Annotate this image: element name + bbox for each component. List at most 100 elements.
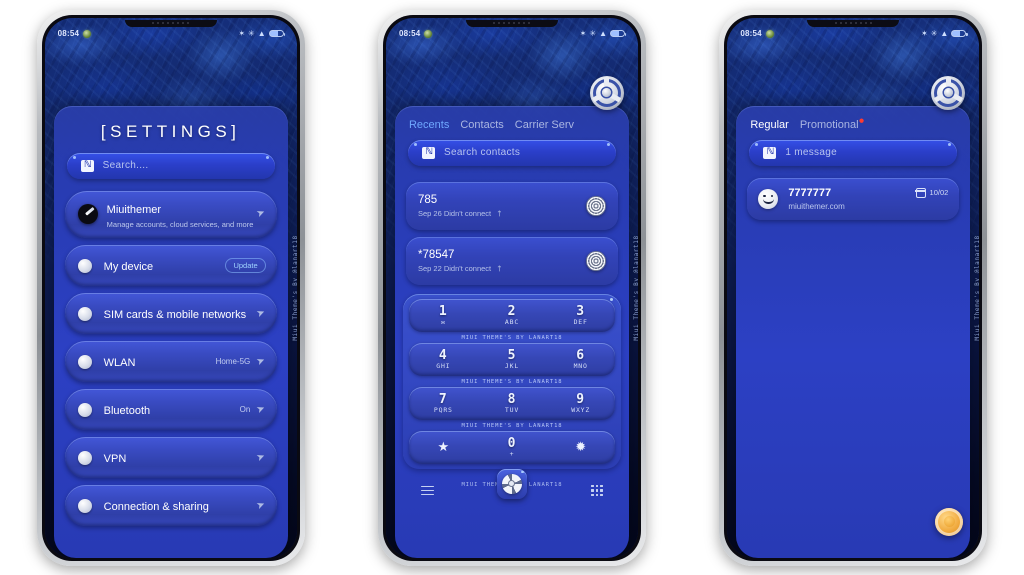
key-digit: 5 (507, 347, 517, 363)
item-value: On (239, 405, 251, 415)
dialpad-watermark: MIUI THEME'S BY LANART18 (461, 422, 563, 429)
dialpad-row: 7 PQRS 8 TUV 9 WXYZ (408, 386, 615, 420)
dialpad-watermark: MIUI THEME'S BY LANART18 (461, 378, 563, 385)
steering-wheel-icon[interactable] (931, 75, 966, 110)
status-indicator-icon (765, 29, 774, 38)
sidebar-item-vpn[interactable]: VPN ➤ (64, 437, 277, 479)
message-date: 10/02 (929, 188, 949, 197)
key-digit: 1 (438, 303, 448, 319)
hamburger-icon[interactable] (420, 485, 434, 496)
item-text: Connection & sharing (104, 497, 258, 515)
phone-2-screen: 08:54 ✶ ✳ ▲ Miui Theme's By @lanart18 Re… (385, 17, 638, 558)
item-text: Miuithemer Manage accounts, cloud servic… (107, 200, 258, 230)
status-time: 08:54 (57, 29, 80, 38)
chevron-arrow-icon: ➤ (255, 402, 268, 416)
dialpad-key-7[interactable]: 7 PQRS (409, 393, 478, 414)
status-bar-right: ✶ ✳ ▲ (238, 28, 286, 38)
tab-contacts[interactable]: Contacts (460, 119, 503, 131)
dialpad-key-star[interactable]: ★ (409, 439, 478, 455)
item-title: SIM cards & mobile networks (103, 308, 247, 321)
search-input[interactable]: ℕ Search.... (66, 152, 275, 179)
item-title: Bluetooth (103, 404, 151, 417)
bluetooth-icon: ✶ (238, 28, 246, 38)
tab-recents[interactable]: Recents (409, 119, 449, 131)
ln-logo-icon: ℕ (763, 146, 777, 159)
item-text: My device (104, 257, 226, 275)
call-log-row[interactable]: *78547 Sep 22 Didn't connect ↗ (405, 236, 618, 285)
dialpad-key-2[interactable]: 2 ABC (478, 305, 547, 326)
sidebar-item-connection-sharing[interactable]: Connection & sharing ➤ (64, 485, 277, 527)
dialpad-key-4[interactable]: 4 GHI (409, 349, 478, 370)
compose-message-button[interactable] (935, 507, 964, 536)
spiral-icon[interactable] (585, 195, 606, 216)
message-row[interactable]: 7777777 miuithemer.com 10/02 (747, 177, 960, 220)
status-bar: 08:54 ✶ ✳ ▲ (45, 24, 297, 44)
dialer-sheet: Recents Contacts Carrier Serv ℕ Search c… (394, 105, 629, 558)
watermark: Miui Theme's By @lanart18 (974, 234, 980, 341)
watermark: Miui Theme's By @lanart18 (632, 234, 638, 341)
key-digit: 6 (576, 347, 586, 363)
item-title: WLAN (103, 356, 136, 369)
settings-list: Miuithemer Manage accounts, cloud servic… (54, 190, 288, 539)
dialpad: 1 ✉ 2 ABC 3 DEF MIUI THEME'S BY LANART18… (402, 293, 621, 509)
steering-wheel-icon[interactable] (589, 75, 624, 110)
item-subtitle: Manage accounts, cloud services, and mor… (106, 219, 254, 229)
wheel-hub (943, 88, 953, 97)
sidebar-item-wlan[interactable]: WLAN Home-5G ➤ (64, 341, 277, 383)
dialpad-key-1[interactable]: 1 ✉ (409, 305, 478, 326)
sidebar-item-miuithemer[interactable]: Miuithemer Manage accounts, cloud servic… (64, 190, 277, 239)
status-badge[interactable]: Update (225, 258, 266, 274)
battery-icon (951, 30, 968, 37)
dialpad-grid-icon[interactable] (591, 484, 603, 497)
sidebar-item-bluetooth[interactable]: Bluetooth On ➤ (64, 389, 277, 431)
message-preview: miuithemer.com (788, 201, 845, 211)
outgoing-arrow-icon: ↗ (493, 207, 506, 219)
dialpad-row: ★ 0 + ✹ (408, 430, 615, 464)
chevron-arrow-icon: ➤ (255, 207, 268, 221)
message-sender: 7777777 (788, 186, 832, 199)
dialpad-key-hash[interactable]: ✹ (546, 439, 615, 455)
search-placeholder: 1 message (785, 147, 837, 158)
ln-logo-icon: ℕ (80, 159, 94, 172)
battery-icon (268, 30, 286, 37)
search-contacts-input[interactable]: ℕ Search contacts (407, 139, 616, 166)
sidebar-item-sim-cards[interactable]: SIM cards & mobile networks ➤ (64, 293, 277, 335)
key-letters: TUV (504, 405, 520, 414)
message-search-input[interactable]: ℕ 1 message (749, 139, 958, 166)
call-action-button[interactable] (496, 468, 527, 499)
phone-3-messages: 08:54 ✶ ✳ ▲ Miui Theme's By @lanart18 Re… (719, 9, 988, 566)
call-meta-text: Sep 22 Didn't connect (417, 263, 492, 273)
spiral-icon[interactable] (585, 250, 606, 271)
dialpad-key-9[interactable]: 9 WXYZ (546, 393, 615, 414)
call-info: 785 Sep 26 Didn't connect ↗ (418, 194, 506, 219)
tab-regular[interactable]: Regular (750, 119, 789, 131)
call-log-row[interactable]: 785 Sep 26 Didn't connect ↗ (405, 181, 618, 230)
item-text: VPN (104, 449, 258, 467)
dialpad-key-6[interactable]: 6 MNO (546, 349, 615, 370)
ln-logo-icon: ℕ (421, 146, 435, 159)
bullet-icon (77, 450, 92, 465)
dialpad-key-5[interactable]: 5 JKL (478, 349, 547, 370)
key-letters: JKL (504, 361, 520, 370)
dialpad-key-8[interactable]: 8 TUV (478, 393, 547, 414)
key-letters: WXYZ (571, 405, 591, 414)
sidebar-item-my-device[interactable]: My device Update (64, 245, 277, 287)
phone-2-dialer: 08:54 ✶ ✳ ▲ Miui Theme's By @lanart18 Re… (377, 9, 646, 566)
chevron-arrow-icon: ➤ (255, 450, 268, 464)
item-title: Miuithemer (106, 203, 162, 216)
wifi-icon: ▲ (940, 28, 949, 38)
call-info: *78547 Sep 22 Didn't connect ↗ (417, 249, 505, 274)
tab-promotional[interactable]: Promotional● (800, 115, 865, 130)
notch-speaker (465, 19, 558, 27)
status-time: 08:54 (740, 29, 762, 38)
dialpad-key-0[interactable]: 0 + (478, 437, 547, 458)
page-title: [SETTINGS] (100, 121, 241, 141)
phone-1-screen: 08:54 ✶ ✳ ▲ Miui Theme's By @lanart18 [S… (44, 17, 297, 558)
mute-icon: ✳ (930, 28, 938, 38)
unread-dot-icon: ● (858, 114, 865, 126)
tab-carrier-services[interactable]: Carrier Serv (515, 119, 574, 131)
key-digit: 8 (507, 391, 517, 407)
dialpad-key-3[interactable]: 3 DEF (546, 305, 615, 326)
key-letters: MNO (573, 361, 588, 370)
wifi-icon: ▲ (599, 28, 607, 38)
